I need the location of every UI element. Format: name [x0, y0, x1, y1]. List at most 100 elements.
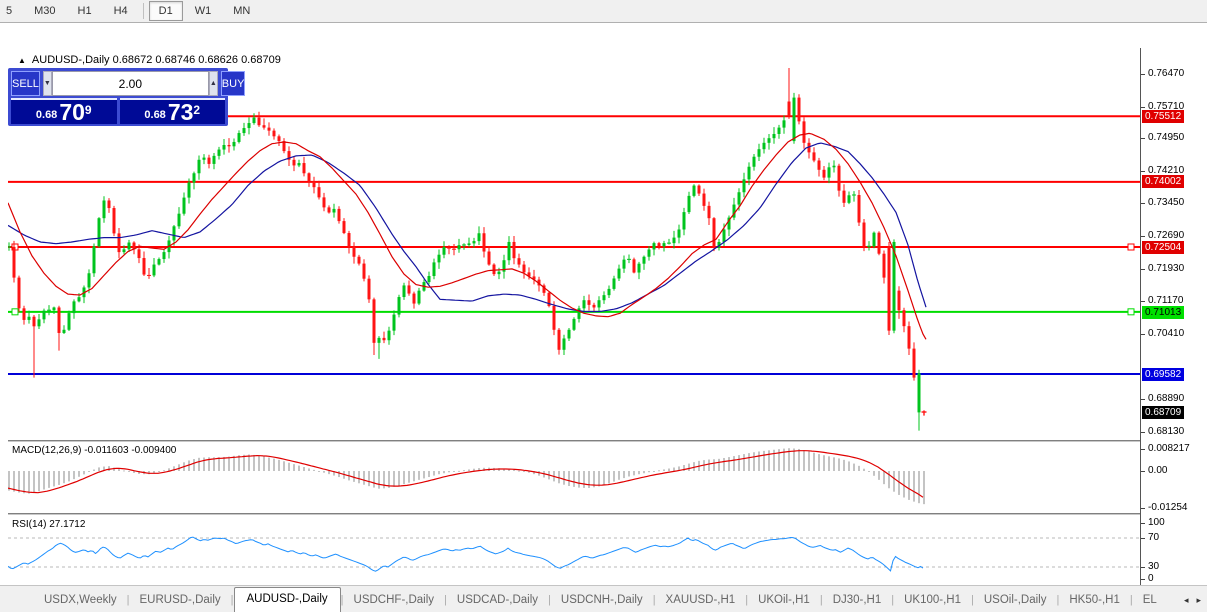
- trading-platform-window: 5 M30 H1 H4 D1 W1 MN ▲ AUDUSD-,Daily 0.68672 0.…: [0, 0, 1207, 612]
- tab-uk100-h1[interactable]: UK100-,H1: [894, 590, 971, 612]
- macd-histogram-bar: [253, 454, 255, 471]
- candle-body: [302, 163, 306, 174]
- candle-body: [177, 213, 181, 227]
- price-axis[interactable]: 0.76470 0.75710 0.74950 0.74210 0.73450 0.726…: [1140, 48, 1207, 609]
- candle-body: [817, 160, 821, 170]
- macd-histogram-bar: [438, 471, 440, 475]
- candle-body: [487, 251, 491, 265]
- candle-body: [407, 285, 411, 294]
- candle-body: [562, 338, 566, 350]
- tab-audusd-daily[interactable]: AUDUSD-,Daily: [233, 587, 341, 612]
- candle-body: [192, 173, 196, 183]
- tab-hk50-h1[interactable]: HK50-,H1: [1059, 590, 1130, 612]
- macd-histogram-bar: [738, 455, 740, 471]
- candle-body: [387, 330, 391, 341]
- candle-body: [327, 207, 331, 213]
- macd-histogram-bar: [573, 471, 575, 487]
- macd-histogram-bar: [443, 471, 445, 474]
- timeframe-button-mn[interactable]: MN: [223, 1, 260, 21]
- timeframe-button-5[interactable]: 5: [0, 1, 22, 21]
- macd-histogram-bar: [458, 470, 460, 472]
- tab-xauusd-h1[interactable]: XAUUSD-,H1: [656, 590, 746, 612]
- macd-histogram-bar: [833, 457, 835, 471]
- macd-histogram-bar: [398, 471, 400, 486]
- macd-histogram-bar: [688, 463, 690, 471]
- candle-body: [827, 167, 831, 178]
- tab-scroll-right-icon[interactable]: ▸: [1192, 595, 1205, 605]
- macd-histogram-bar: [393, 471, 395, 487]
- timeframe-button-d1[interactable]: D1: [148, 1, 183, 21]
- buy-price-display[interactable]: 0.68 73 2: [119, 98, 225, 124]
- macd-panel-canvas[interactable]: [8, 442, 1140, 512]
- macd-histogram-bar: [158, 471, 160, 473]
- rsi-panel-canvas[interactable]: [8, 515, 1140, 586]
- chart-window: ▲ AUDUSD-,Daily 0.68672 0.68746 0.68626 0…: [0, 24, 1207, 609]
- macd-histogram-bar: [218, 457, 220, 471]
- candle-body: [77, 297, 81, 302]
- sell-price-display[interactable]: 0.68 70 9: [11, 98, 117, 124]
- macd-histogram-bar: [318, 471, 320, 472]
- macd-histogram-bar: [223, 456, 225, 471]
- macd-histogram-bar: [908, 471, 910, 500]
- macd-histogram-bar: [328, 471, 330, 475]
- macd-histogram-bar: [403, 471, 405, 485]
- tab-usdx-weekly[interactable]: USDX,Weekly: [34, 590, 127, 612]
- volume-increase-button[interactable]: ▲: [208, 71, 218, 96]
- tab-scroll-left-icon[interactable]: ◂: [1180, 595, 1193, 605]
- ma_slow-line[interactable]: [8, 142, 927, 313]
- candle-body: [637, 263, 641, 273]
- macd-histogram-bar: [78, 471, 80, 477]
- timeframe-button-h1[interactable]: H1: [68, 1, 102, 21]
- macd-histogram-bar: [58, 471, 60, 485]
- macd-histogram-bar: [623, 471, 625, 479]
- macd-histogram-bar: [323, 471, 325, 473]
- macd-histogram-bar: [918, 471, 920, 504]
- ma_fast-line[interactable]: [8, 132, 927, 340]
- macd-histogram-bar: [83, 471, 85, 475]
- candle-body: [757, 149, 761, 157]
- candle-body: [427, 276, 431, 283]
- macd-histogram-bar: [408, 471, 410, 483]
- line-handle[interactable]: [1127, 308, 1135, 316]
- sell-price-prefix: 0.68: [35, 109, 58, 121]
- line-handle[interactable]: [1127, 243, 1135, 251]
- macd-histogram-bar: [463, 470, 465, 472]
- macd-histogram-bar: [18, 471, 20, 493]
- candle-body: [467, 243, 471, 245]
- timeframe-button-h4[interactable]: H4: [104, 1, 138, 21]
- candle-body: [362, 263, 366, 279]
- tab-usdcnh-daily[interactable]: USDCNH-,Daily: [551, 590, 653, 612]
- axis-tick-label: 0.68130: [1148, 426, 1185, 437]
- tab-eurusd-daily[interactable]: EURUSD-,Daily: [130, 590, 231, 612]
- macd-histogram-bar: [803, 450, 805, 471]
- macd-histogram-bar: [768, 450, 770, 471]
- line-handle[interactable]: [11, 308, 19, 316]
- buy-button[interactable]: BUY: [220, 71, 246, 96]
- macd-histogram-bar: [203, 457, 205, 471]
- macd-histogram-bar: [883, 471, 885, 485]
- tab-usdchf-daily[interactable]: USDCHF-,Daily: [344, 590, 445, 612]
- candle-body: [477, 233, 481, 242]
- axis-tick: [1141, 449, 1145, 450]
- timeframe-button-m30[interactable]: M30: [24, 1, 65, 21]
- candle-body: [842, 190, 846, 203]
- candle-body: [317, 187, 321, 198]
- candle-body: [102, 200, 106, 219]
- candle-body: [737, 192, 741, 205]
- candle-body: [112, 208, 116, 234]
- tab-usdcad-daily[interactable]: USDCAD-,Daily: [447, 590, 548, 612]
- tab-usoil-daily[interactable]: USOil-,Daily: [974, 590, 1057, 612]
- timeframe-button-w1[interactable]: W1: [185, 1, 222, 21]
- macd-histogram-bar: [273, 458, 275, 471]
- axis-tick: [1141, 471, 1145, 472]
- candle-body: [762, 142, 766, 150]
- axis-tick-label: 100: [1148, 517, 1165, 528]
- macd-histogram-bar: [638, 471, 640, 475]
- volume-decrease-button[interactable]: ▼: [42, 71, 52, 96]
- tab-dj30-h1[interactable]: DJ30-,H1: [823, 590, 892, 612]
- tab-el[interactable]: EL: [1133, 590, 1167, 612]
- tab-ukoil-h1[interactable]: UKOil-,H1: [748, 590, 820, 612]
- volume-input[interactable]: [51, 71, 209, 96]
- macd-histogram-bar: [263, 456, 265, 471]
- sell-button[interactable]: SELL: [11, 71, 40, 96]
